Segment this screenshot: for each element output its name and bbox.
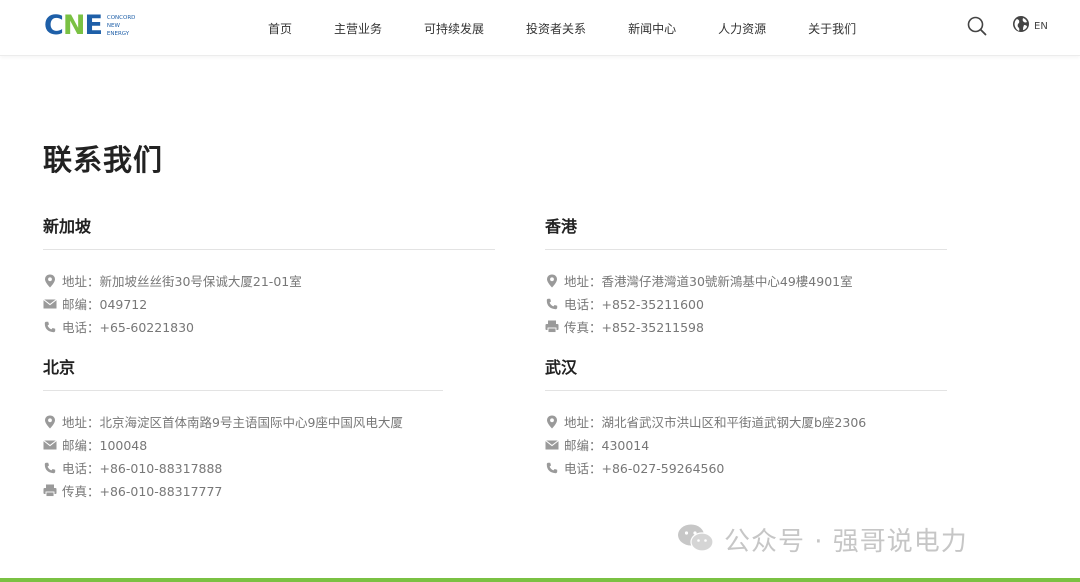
logo-letter-e: E [84, 10, 102, 41]
postcode-line: 邮编：049712 [43, 292, 495, 315]
nav-item-news[interactable]: 新闻中心 [628, 20, 676, 37]
phone-line: 电话：+86-027-59264560 [545, 456, 947, 479]
brand-logo[interactable]: CNE CONCORD NEW ENERGY [44, 11, 135, 41]
wechat-watermark: 公众号 · 强哥说电力 [676, 521, 968, 558]
location-icon [43, 415, 57, 429]
fax-icon [545, 320, 559, 334]
postcode-line: 邮编：430014 [545, 433, 947, 456]
address-line: 地址：香港灣仔港灣道30號新鴻基中心49樓4901室 [545, 269, 947, 292]
location-icon [43, 274, 57, 288]
location-icon [545, 415, 559, 429]
phone-line: 电话：+852-35211600 [545, 292, 947, 315]
location-icon [545, 274, 559, 288]
logo-wordmark: CONCORD NEW ENERGY [107, 14, 136, 38]
office-divider [43, 249, 495, 250]
phone-line: 电话：+86-010-88317888 [43, 456, 443, 479]
mail-icon [43, 297, 57, 311]
office-divider [545, 390, 947, 391]
fax-icon [43, 484, 57, 498]
phone-icon [43, 461, 57, 475]
phone-text[interactable]: 电话：+86-010-88317888 [62, 458, 222, 477]
language-label: EN [1034, 20, 1048, 32]
postcode-text: 邮编：049712 [62, 297, 148, 312]
address-text: 地址：香港灣仔港灣道30號新鴻基中心49樓4901室 [564, 274, 853, 289]
postcode-text: 邮编：430014 [564, 438, 650, 453]
office-divider [43, 390, 443, 391]
logo-letter-n: N [62, 10, 86, 41]
address-line: 地址：新加坡丝丝街30号保诚大厦21-01室 [43, 269, 495, 292]
address-text: 地址：湖北省武汉市洪山区和平街道武钢大厦b座2306 [564, 415, 867, 430]
nav-item-investor-relations[interactable]: 投资者关系 [526, 20, 586, 37]
wechat-icon [676, 522, 716, 558]
office-name: 北京 [43, 358, 76, 377]
mail-icon [43, 438, 57, 452]
footer-accent-bar [0, 578, 1080, 582]
logo-text-line: ENERGY [106, 31, 130, 37]
nav-item-home[interactable]: 首页 [268, 20, 292, 37]
fax-text: 传真：+852-35211598 [564, 320, 704, 335]
fax-line: 传真：+852-35211598 [545, 315, 947, 338]
address-text: 地址：新加坡丝丝街30号保诚大厦21-01室 [62, 274, 302, 289]
phone-text[interactable]: 电话：+65-60221830 [62, 317, 194, 336]
search-icon[interactable] [966, 15, 988, 37]
nav-item-business[interactable]: 主营业务 [334, 20, 382, 37]
fax-line: 传真：+86-010-88317777 [43, 479, 443, 502]
postcode-line: 邮编：100048 [43, 433, 443, 456]
phone-icon [43, 320, 57, 334]
phone-icon [545, 461, 559, 475]
nav-item-about[interactable]: 关于我们 [808, 20, 856, 37]
language-switcher[interactable]: EN [1012, 16, 1048, 36]
globe-icon [1012, 15, 1030, 37]
nav-item-sustainability[interactable]: 可持续发展 [424, 20, 484, 37]
office-divider [545, 249, 947, 250]
logo-letter-c: C [44, 10, 64, 41]
logo-text-line: CONCORD [106, 15, 136, 21]
logo-text-line: NEW [106, 23, 120, 29]
office-name: 武汉 [545, 358, 578, 377]
office-beijing: 北京 地址：北京海淀区首体南路9号主语国际中心9座中国风电大厦 邮编：10004… [43, 357, 443, 502]
address-line: 地址：湖北省武汉市洪山区和平街道武钢大厦b座2306 [545, 410, 947, 433]
office-singapore: 新加坡 地址：新加坡丝丝街30号保诚大厦21-01室 邮编：049712 电话：… [43, 216, 495, 338]
site-header: CNE CONCORD NEW ENERGY 首页 主营业务 可持续发展 投资者… [0, 0, 1080, 56]
phone-text[interactable]: 电话：+852-35211600 [564, 294, 704, 313]
mail-icon [545, 438, 559, 452]
page-title: 联系我们 [43, 143, 164, 177]
phone-text[interactable]: 电话：+86-027-59264560 [564, 458, 724, 477]
phone-line: 电话：+65-60221830 [43, 315, 495, 338]
phone-icon [545, 297, 559, 311]
watermark-text: 公众号 · 强哥说电力 [724, 527, 968, 557]
office-name: 香港 [545, 217, 578, 236]
office-name: 新加坡 [43, 217, 92, 236]
address-text: 地址：北京海淀区首体南路9号主语国际中心9座中国风电大厦 [62, 415, 403, 430]
office-hongkong: 香港 地址：香港灣仔港灣道30號新鴻基中心49樓4901室 电话：+852-35… [545, 216, 947, 338]
nav-item-hr[interactable]: 人力资源 [718, 20, 766, 37]
logo-mark: CNE [44, 10, 103, 41]
fax-text: 传真：+86-010-88317777 [62, 484, 223, 499]
postcode-text: 邮编：100048 [62, 438, 148, 453]
main-nav: 首页 主营业务 可持续发展 投资者关系 新闻中心 人力资源 关于我们 [268, 0, 898, 56]
office-wuhan: 武汉 地址：湖北省武汉市洪山区和平街道武钢大厦b座2306 邮编：430014 … [545, 357, 947, 479]
address-line: 地址：北京海淀区首体南路9号主语国际中心9座中国风电大厦 [43, 410, 443, 433]
